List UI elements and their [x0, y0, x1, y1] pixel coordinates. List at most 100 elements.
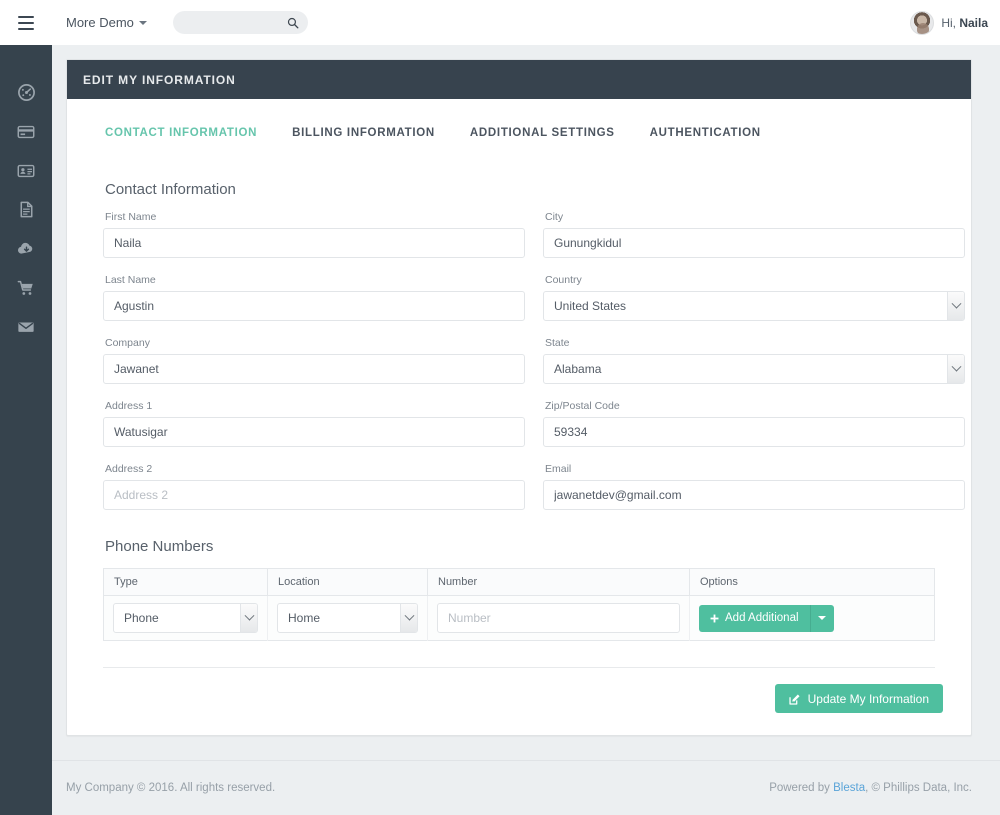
search-icon: [287, 17, 299, 28]
phone-numbers-table: Type Location Number Options Phone Home …: [103, 568, 935, 641]
label-first-name: First Name: [105, 211, 157, 223]
page-title: EDIT MY INFORMATION: [83, 72, 236, 87]
cell-type: Phone: [103, 595, 268, 641]
tab-billing-information[interactable]: BILLING INFORMATION: [292, 121, 435, 145]
country-select[interactable]: United States: [543, 291, 965, 321]
top-bar: More Demo Hi, Naila: [0, 0, 1000, 45]
field-first-name: First Name: [103, 211, 525, 258]
tab-bar: CONTACT INFORMATION BILLING INFORMATION …: [103, 121, 935, 145]
edit-pencil-icon: [788, 694, 800, 705]
phone-numbers-heading: Phone Numbers: [105, 538, 214, 555]
sidebar-item-billing[interactable]: [0, 112, 52, 151]
label-state: State: [545, 337, 570, 349]
address-2-input[interactable]: [103, 480, 525, 510]
label-last-name: Last Name: [105, 274, 156, 286]
update-button-label: Update My Information: [807, 691, 929, 706]
tab-authentication[interactable]: AUTHENTICATION: [650, 121, 761, 145]
dashboard-icon: [17, 84, 35, 101]
sidebar-item-accounts[interactable]: [0, 151, 52, 190]
sidebar-item-dashboard[interactable]: [0, 73, 52, 112]
state-select-wrapper: Alabama: [543, 354, 965, 384]
footer-copyright: My Company © 2016. All rights reserved.: [66, 782, 276, 794]
hamburger-bar-3: [18, 27, 34, 30]
update-my-information-button[interactable]: Update My Information: [774, 684, 943, 713]
page-footer: My Company © 2016. All rights reserved. …: [52, 760, 1000, 815]
phone-table-head: Type Location Number Options: [103, 568, 935, 596]
field-email: Email: [543, 463, 965, 510]
label-company: Company: [105, 337, 150, 349]
add-additional-dropdown-toggle[interactable]: [809, 604, 834, 632]
last-name-input[interactable]: [103, 291, 525, 321]
cell-location: Home: [267, 595, 428, 641]
user-name: Naila: [959, 15, 988, 30]
label-city: City: [545, 211, 564, 223]
field-company: Company: [103, 337, 525, 384]
sidebar-item-downloads[interactable]: [0, 229, 52, 268]
main-content: EDIT MY INFORMATION CONTACT INFORMATION …: [52, 45, 1000, 815]
caret-down-icon: [818, 616, 827, 620]
first-name-input[interactable]: [103, 228, 525, 258]
sidebar-item-mail[interactable]: [0, 307, 52, 346]
field-country: Country United States: [543, 274, 965, 321]
add-additional-label: Add Additional: [725, 612, 799, 624]
avatar: [910, 10, 935, 35]
label-address-1: Address 1: [105, 400, 153, 412]
phone-table-header-row: Type Location Number Options: [103, 568, 935, 596]
cell-options: Add Additional: [689, 595, 935, 641]
field-city: City: [543, 211, 965, 258]
phone-type-select[interactable]: Phone: [113, 603, 258, 633]
footer-powered-prefix: Powered by: [769, 782, 834, 794]
cell-number: [427, 595, 690, 641]
brand-dropdown[interactable]: More Demo: [66, 15, 147, 30]
contact-form-grid: First Name City Last Name Country U: [103, 211, 965, 526]
hamburger-icon[interactable]: [0, 0, 52, 45]
add-additional-button[interactable]: Add Additional: [699, 604, 810, 632]
greeting-prefix: Hi,: [941, 15, 960, 30]
field-zip: Zip/Postal Code: [543, 400, 965, 447]
tab-contact-information[interactable]: CONTACT INFORMATION: [105, 121, 257, 145]
add-additional-split-button: Add Additional: [699, 604, 834, 632]
id-card-icon: [17, 164, 35, 177]
zip-input[interactable]: [543, 417, 965, 447]
envelope-icon: [18, 321, 34, 332]
card-footer: Update My Information: [67, 668, 971, 735]
label-country: Country: [545, 274, 582, 286]
column-header-number: Number: [427, 568, 690, 596]
company-input[interactable]: [103, 354, 525, 384]
column-header-options: Options: [689, 568, 935, 596]
hamburger-bar-2: [18, 21, 34, 24]
field-address-2: Address 2: [103, 463, 525, 510]
phone-table-body: Phone Home Number Add Additional: [103, 595, 935, 641]
brand-label: More Demo: [66, 15, 134, 30]
phone-number-input[interactable]: [437, 603, 680, 633]
state-select[interactable]: Alabama: [543, 354, 965, 384]
column-header-type: Type: [103, 568, 268, 596]
contact-information-heading: Contact Information: [105, 181, 236, 198]
field-last-name: Last Name: [103, 274, 525, 321]
table-row: Phone Home Number Add Additional: [103, 595, 935, 641]
tab-additional-settings[interactable]: ADDITIONAL SETTINGS: [470, 121, 615, 145]
field-state: State Alabama: [543, 337, 965, 384]
label-zip: Zip/Postal Code: [545, 400, 620, 412]
sidebar-item-order[interactable]: [0, 268, 52, 307]
search-input[interactable]: [172, 11, 308, 34]
phone-type-select-wrapper: Phone: [113, 603, 258, 633]
email-field[interactable]: [543, 480, 965, 510]
country-select-wrapper: United States: [543, 291, 965, 321]
edit-information-card: EDIT MY INFORMATION CONTACT INFORMATION …: [66, 59, 972, 736]
sidebar-item-invoices[interactable]: [0, 190, 52, 229]
address-1-input[interactable]: [103, 417, 525, 447]
city-input[interactable]: [543, 228, 965, 258]
user-greeting: Hi, Naila: [941, 16, 988, 30]
label-email: Email: [545, 463, 572, 475]
sidebar: [0, 45, 52, 815]
footer-powered-by: Powered by Blesta, © Phillips Data, Inc.: [769, 782, 972, 794]
phone-location-select[interactable]: Home: [277, 603, 418, 633]
label-address-2: Address 2: [105, 463, 153, 475]
user-menu[interactable]: Hi, Naila: [910, 10, 1000, 35]
plus-icon: [710, 614, 719, 622]
blesta-link[interactable]: Blesta: [833, 782, 865, 794]
footer-powered-suffix: , © Phillips Data, Inc.: [865, 782, 972, 794]
card-body: CONTACT INFORMATION BILLING INFORMATION …: [67, 99, 971, 668]
column-header-location: Location: [267, 568, 428, 596]
